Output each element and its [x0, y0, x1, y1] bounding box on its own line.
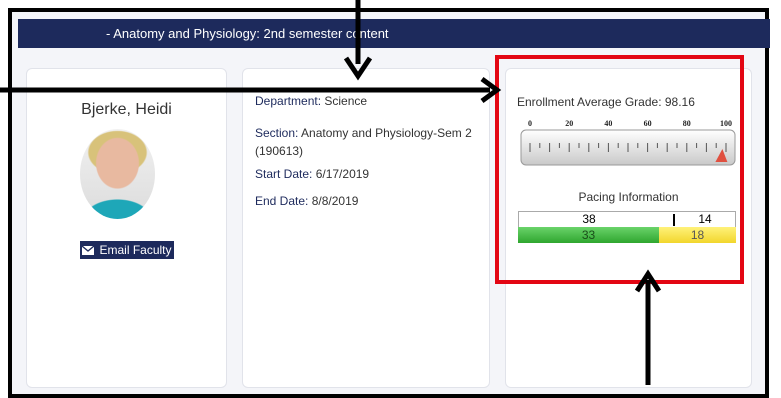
- avatar: [80, 129, 155, 219]
- section-card: Department: Science Section: Anatomy and…: [242, 68, 490, 388]
- section-label: Section:: [255, 126, 299, 140]
- end-date-value: 8/8/2019: [311, 194, 359, 208]
- start-date-value: 6/17/2019: [315, 167, 370, 181]
- course-banner: - Anatomy and Physiology: 2nd semester c…: [18, 19, 770, 48]
- department-field: Department: Science: [255, 94, 367, 108]
- end-date-label: End Date:: [255, 194, 309, 208]
- highlight-box: [495, 55, 744, 284]
- start-date-label: Start Date:: [255, 167, 313, 181]
- department-label: Department:: [255, 94, 322, 108]
- end-date-field: End Date: 8/8/2019: [255, 194, 358, 208]
- email-faculty-label: Email Faculty: [99, 243, 172, 257]
- faculty-name: Bjerke, Heidi: [81, 101, 172, 118]
- department-value: Science: [324, 94, 368, 108]
- faculty-card: Bjerke, Heidi Email Faculty: [26, 68, 227, 388]
- course-banner-title: - Anatomy and Physiology: 2nd semester c…: [106, 26, 389, 41]
- email-faculty-button[interactable]: Email Faculty: [80, 241, 174, 259]
- start-date-field: Start Date: 6/17/2019: [255, 167, 369, 181]
- envelope-icon: [82, 245, 95, 255]
- section-field: Section: Anatomy and Physiology-Sem 2 (1…: [255, 124, 480, 160]
